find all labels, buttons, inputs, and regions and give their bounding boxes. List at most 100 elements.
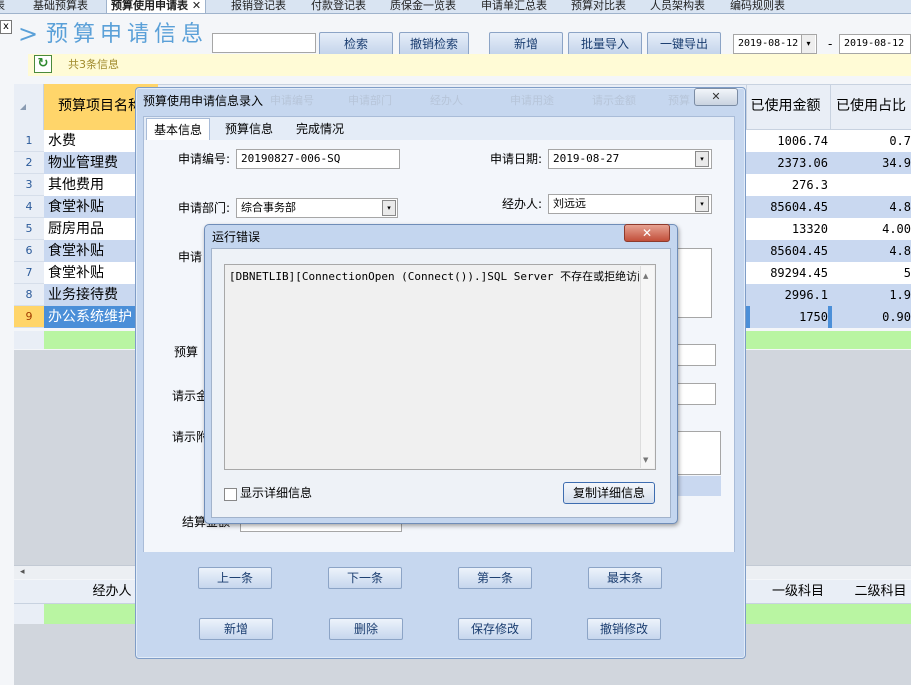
last-record-button[interactable]: 最末条 xyxy=(588,567,662,589)
prev-record-button[interactable]: 上一条 xyxy=(198,567,272,589)
row-item-name: 食堂补贴 xyxy=(48,199,104,215)
batch-import-button[interactable]: 批量导入 xyxy=(568,32,642,56)
tab-completion[interactable]: 完成情况 xyxy=(288,118,352,140)
export-button[interactable]: 一键导出 xyxy=(647,32,721,56)
row-used-ratio: 0.90 xyxy=(832,306,911,328)
tab-strip: 表 基础预算表 预算使用申请表 ✕ 报销登记表 付款登记表 质保金一览表 申请单… xyxy=(0,0,911,14)
apply-no-label: 申请编号: xyxy=(178,152,231,166)
purpose-label: 申请 xyxy=(178,250,203,264)
next-record-button[interactable]: 下一条 xyxy=(328,567,402,589)
scroll-left-icon[interactable]: ◂ xyxy=(20,565,25,579)
show-details-checkbox[interactable] xyxy=(224,488,237,501)
row-number: 5 xyxy=(14,218,44,240)
row-number: 4 xyxy=(14,196,44,218)
request-amount-field[interactable] xyxy=(676,383,716,405)
add-button[interactable]: 新增 xyxy=(489,32,563,56)
handler-select[interactable]: 刘远远 xyxy=(548,194,712,214)
error-message-box[interactable] xyxy=(224,264,656,470)
ghost-header: 申请部门 xyxy=(348,94,392,107)
row-number: 7 xyxy=(14,262,44,284)
tab-staff[interactable]: 人员架构表 xyxy=(650,0,705,13)
row-used-amount: 2996.1 xyxy=(784,288,828,302)
save-button[interactable]: 保存修改 xyxy=(458,618,532,640)
tab-prev-table[interactable]: 表 xyxy=(0,0,5,13)
error-message: [DBNETLIB][ConnectionOpen (Connect()).]S… xyxy=(229,270,639,283)
row-used-amount: 85604.45 xyxy=(770,200,828,214)
ghost-header: 经办人 xyxy=(430,94,463,107)
tab-payment[interactable]: 付款登记表 xyxy=(311,0,366,13)
copy-details-button[interactable]: 复制详细信息 xyxy=(563,482,655,504)
tab-basic-budget[interactable]: 基础预算表 xyxy=(33,0,88,13)
row-used-ratio xyxy=(832,174,911,196)
budget-field[interactable] xyxy=(676,344,716,366)
ghost-header: 请示金额 xyxy=(592,94,636,107)
row-item-name: 业务接待费 xyxy=(48,287,118,303)
chevron-down-icon[interactable]: ▾ xyxy=(695,151,709,167)
scroll-down-icon[interactable]: ▼ xyxy=(643,456,648,464)
dept-select[interactable]: 综合事务部 xyxy=(236,198,398,218)
chevron-down-icon[interactable]: ▾ xyxy=(801,35,815,53)
cancel-search-button[interactable]: 撤销检索 xyxy=(399,32,469,56)
row-number: 2 xyxy=(14,152,44,174)
row-number: 6 xyxy=(14,240,44,262)
column-header-used-ratio[interactable]: 已使用占比 xyxy=(830,84,911,130)
detail-row-number xyxy=(14,604,44,624)
grid-corner[interactable] xyxy=(14,84,44,130)
search-button[interactable]: 检索 xyxy=(319,32,393,56)
apply-no-field[interactable]: 20190827-006-SQ xyxy=(236,149,400,169)
delete-button[interactable]: 删除 xyxy=(329,618,403,640)
first-record-button[interactable]: 第一条 xyxy=(458,567,532,589)
tab-apply-summary[interactable]: 申请单汇总表 xyxy=(481,0,547,13)
column-header-used-amount[interactable]: 已使用金额 xyxy=(746,84,824,130)
row-used-amount: 276.3 xyxy=(791,178,828,192)
handler-label: 经办人: xyxy=(502,197,543,211)
page-title: 预算申请信息 xyxy=(46,22,209,47)
tab-budget-compare[interactable]: 预算对比表 xyxy=(571,0,626,13)
ghost-header: 申请用途 xyxy=(510,94,554,107)
vertical-scrollbar[interactable] xyxy=(640,266,654,468)
close-icon[interactable]: ✕ xyxy=(624,224,670,242)
new-record-button[interactable]: 新增 xyxy=(199,618,273,640)
row-item-name: 水费 xyxy=(48,133,76,149)
column-header-level1-subject[interactable]: 一级科目 xyxy=(752,580,844,604)
request-amount-label: 请示金 xyxy=(172,389,209,403)
close-icon[interactable]: x xyxy=(0,20,12,34)
row-item-name: 办公系统维护 xyxy=(48,309,132,325)
blue-strip xyxy=(676,476,721,496)
budget-label: 预算 xyxy=(174,345,199,359)
column-header-level2-subject[interactable]: 二级科目 xyxy=(850,580,911,604)
row-item-name: 食堂补贴 xyxy=(48,265,104,281)
row-used-ratio: 4.8 xyxy=(889,200,911,214)
show-details-label: 显示详细信息 xyxy=(240,486,313,500)
row-used-ratio: 34.9 xyxy=(882,156,911,170)
request-note-label: 请示附 xyxy=(172,430,209,444)
tab-reimburse[interactable]: 报销登记表 xyxy=(231,0,286,13)
search-input[interactable] xyxy=(212,33,316,53)
row-used-amount: 1006.74 xyxy=(777,134,828,148)
tab-basic-info[interactable]: 基本信息 xyxy=(146,118,210,140)
undo-button[interactable]: 撤销修改 xyxy=(587,618,661,640)
refresh-icon[interactable]: ↻ xyxy=(34,55,52,73)
chevron-down-icon[interactable]: ▾ xyxy=(695,196,709,212)
tab-code-rules[interactable]: 编码规则表 xyxy=(730,0,785,13)
date-to-input[interactable]: 2019-08-12 xyxy=(839,34,911,54)
request-note-field[interactable] xyxy=(676,431,721,475)
row-number: 8 xyxy=(14,284,44,306)
ghost-header: 预算 xyxy=(668,94,690,107)
scroll-up-icon[interactable]: ▲ xyxy=(643,272,648,280)
row-number: 9 xyxy=(14,306,44,328)
row-used-ratio: 4.8 xyxy=(889,244,911,258)
row-used-amount: 85604.45 xyxy=(770,244,828,258)
tab-budget-info[interactable]: 预算信息 xyxy=(218,118,280,140)
row-number: 3 xyxy=(14,174,44,196)
tab-budget-apply[interactable]: 预算使用申请表 ✕ xyxy=(106,0,207,13)
row-item-name: 物业管理费 xyxy=(48,155,118,171)
left-edge xyxy=(0,84,14,685)
error-dialog-title: 运行错误 xyxy=(212,230,261,244)
chevron-down-icon[interactable]: ▾ xyxy=(382,200,396,216)
apply-date-label: 申请日期: xyxy=(490,152,543,166)
close-icon[interactable]: ✕ xyxy=(694,88,738,106)
row-used-amount: 2373.06 xyxy=(777,156,828,170)
apply-date-field[interactable]: 2019-08-27 xyxy=(548,149,712,169)
tab-warranty[interactable]: 质保金一览表 xyxy=(390,0,456,13)
